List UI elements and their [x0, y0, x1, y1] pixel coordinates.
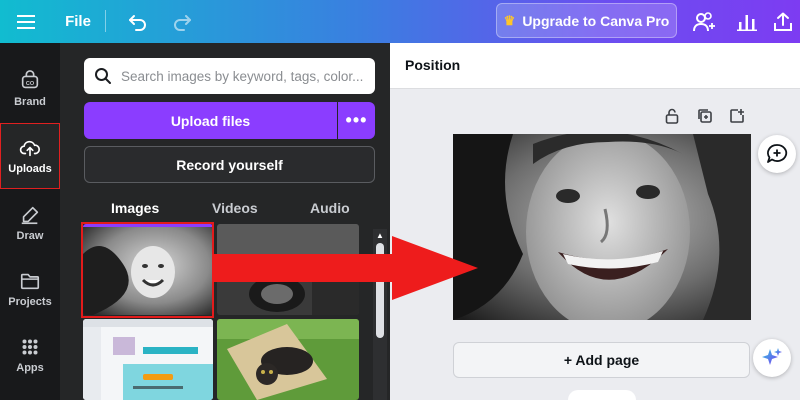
- search-box[interactable]: [84, 58, 375, 94]
- redo-icon: [174, 14, 191, 31]
- search-icon: [95, 68, 111, 84]
- comment-button[interactable]: [758, 135, 796, 173]
- tab-videos[interactable]: Videos: [212, 197, 258, 219]
- thumbnail-scrollbar[interactable]: ▲: [373, 229, 387, 400]
- rail-item-label: Uploads: [8, 163, 52, 175]
- svg-text:CO: CO: [26, 81, 35, 87]
- website-screenshot: [83, 319, 213, 400]
- page-navigation-chip[interactable]: [568, 390, 636, 400]
- image-thumbnail-website[interactable]: [83, 319, 213, 400]
- smiling-child-photo: [83, 224, 213, 315]
- rail-item-label: Projects: [8, 296, 52, 308]
- search-input[interactable]: [121, 68, 371, 84]
- position-label[interactable]: Position: [405, 57, 460, 73]
- more-options-button[interactable]: •••: [338, 102, 375, 139]
- undo-icon: [129, 14, 146, 31]
- add-page-icon: [730, 109, 744, 123]
- position-header: Position: [390, 43, 800, 89]
- brand-icon: CO: [21, 70, 39, 89]
- image-thumbnail-cat[interactable]: [217, 319, 359, 400]
- share-upload-button[interactable]: [770, 0, 796, 43]
- menu-button[interactable]: [8, 0, 44, 43]
- image-thumbnail-texture[interactable]: [217, 224, 359, 315]
- rail-item-apps[interactable]: Apps: [0, 323, 60, 387]
- cloud-upload-icon: [19, 140, 40, 157]
- upload-files-button[interactable]: Upload files: [84, 102, 337, 139]
- apps-grid-icon: [22, 339, 38, 355]
- share-people-icon: [693, 11, 715, 31]
- smiling-child-photo: [453, 134, 751, 320]
- share-people-button[interactable]: [690, 0, 718, 43]
- redo-button[interactable]: [168, 0, 196, 43]
- tab-images[interactable]: Images: [111, 197, 159, 219]
- share-upload-icon: [774, 12, 792, 31]
- upgrade-label: Upgrade to Canva Pro: [522, 12, 670, 29]
- rail-item-label: Brand: [14, 96, 46, 108]
- comment-plus-icon: [767, 144, 788, 163]
- undo-button[interactable]: [124, 0, 152, 43]
- pen-icon: [21, 206, 39, 225]
- rail-item-draw[interactable]: Draw: [0, 191, 60, 255]
- sparkle-icon: [762, 348, 782, 365]
- upgrade-button[interactable]: ♛ Upgrade to Canva Pro: [496, 3, 677, 38]
- scroll-up-arrow-icon[interactable]: ▲: [373, 229, 387, 241]
- menu-icon: [17, 14, 35, 29]
- magic-assistant-button[interactable]: [753, 339, 791, 377]
- canvas-photo[interactable]: [453, 134, 751, 320]
- lock-button[interactable]: [662, 106, 682, 126]
- rail-item-label: Apps: [16, 362, 44, 374]
- rail-item-brand[interactable]: CO Brand: [0, 57, 60, 121]
- lock-icon: [665, 108, 679, 124]
- top-bar: File ♛ Upgrade to Canva Pro: [0, 0, 800, 43]
- folder-icon: [20, 273, 40, 290]
- rail-item-label: Draw: [16, 230, 44, 242]
- duplicate-icon: [698, 109, 712, 123]
- record-yourself-button[interactable]: Record yourself: [84, 146, 375, 183]
- analytics-button[interactable]: [734, 0, 760, 43]
- cat-on-grass-photo: [217, 319, 359, 400]
- rail-item-uploads[interactable]: Uploads: [0, 123, 60, 189]
- duplicate-page-button[interactable]: [695, 106, 715, 126]
- divider: [105, 10, 106, 32]
- tab-audio[interactable]: Audio: [310, 197, 350, 219]
- add-page-top-button[interactable]: [727, 106, 747, 126]
- scroll-thumb[interactable]: [376, 243, 384, 338]
- crown-icon: ♛: [503, 12, 516, 28]
- rail-item-projects[interactable]: Projects: [0, 257, 60, 321]
- file-menu-button[interactable]: File: [60, 0, 96, 43]
- analytics-icon: [737, 14, 757, 31]
- panel-collapse-edge[interactable]: [390, 43, 402, 400]
- add-page-button[interactable]: + Add page: [453, 342, 750, 378]
- image-thumbnail-child[interactable]: [83, 224, 213, 315]
- black-white-texture-photo: [217, 224, 359, 315]
- left-rail: CO Brand Uploads Draw Projects Apps: [0, 43, 60, 400]
- uploads-panel: Upload files ••• Record yourself Images …: [60, 43, 390, 400]
